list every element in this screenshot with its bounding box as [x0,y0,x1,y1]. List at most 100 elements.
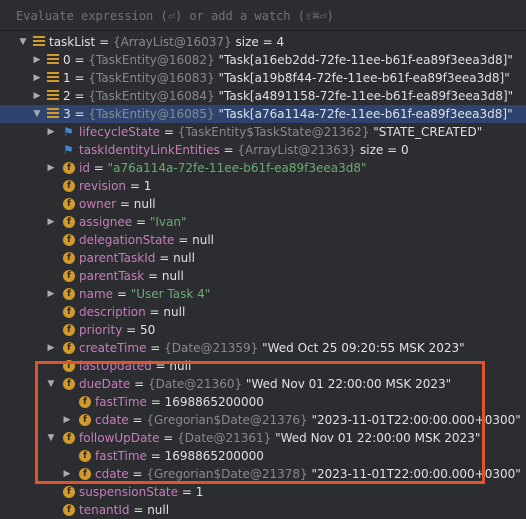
flag-icon: ⚑ [63,125,74,139]
field-icon: f [63,216,75,228]
var-value: null [163,305,186,319]
list-icon [47,54,59,66]
list-icon [47,90,59,102]
var-type: {TaskEntity@16083} [88,71,215,85]
tree-row-assignee[interactable]: ▶ f assignee = "Ivan" [0,213,526,231]
var-name: id [79,161,90,175]
equals: = [155,251,174,265]
chevron-right-icon[interactable]: ▶ [45,213,57,231]
chevron-right-icon[interactable]: ▶ [45,339,57,357]
field-icon: f [63,234,75,246]
var-value: size = 0 [356,143,409,157]
var-name: 0 [63,53,71,67]
var-value: 1 [195,485,204,499]
tree-row-description[interactable]: f description = null [0,303,526,321]
var-name: name [79,287,114,301]
var-name: 3 [63,107,71,121]
chevron-right-icon[interactable]: ▶ [31,51,43,69]
equals: = [126,179,144,193]
var-type: {TaskEntity@16085} [88,107,215,121]
chevron-down-icon[interactable]: ▼ [17,33,29,51]
equals: = [219,143,238,157]
equals: = [89,161,108,175]
var-name: description [79,305,146,319]
var-value: "Wed Oct 25 09:20:55 MSK 2023" [258,341,465,355]
chevron-right-icon[interactable]: ▶ [31,87,43,105]
var-name: 2 [63,89,71,103]
var-value: "Task[a4891158-72fe-11ee-b61f-ea89f3eea3… [214,89,514,103]
field-icon: f [63,486,75,498]
var-name: 1 [63,71,71,85]
list-icon [47,72,59,84]
var-value: "STATE_CREATED" [369,125,483,139]
tree-row-item-3-selected[interactable]: ▼ 3 = {TaskEntity@16085} "Task[a76a114a-… [0,105,526,123]
list-icon [33,36,45,48]
var-type: {ArrayList@16037} [112,35,232,49]
var-string-value: "a76a114a-72fe-11ee-b61f-ea89f3eea3d8" [107,161,367,175]
var-string-value: "User Task 4" [130,287,211,301]
tree-row-revision[interactable]: f revision = 1 [0,177,526,195]
tree-row-tenantid[interactable]: f tenantId = null [0,501,526,519]
field-icon: f [63,198,75,210]
field-icon: f [63,162,75,174]
field-icon: f [63,504,75,516]
tree-row-parenttaskid[interactable]: f parentTaskId = null [0,249,526,267]
field-icon: f [63,324,75,336]
tree-row-delegationstate[interactable]: f delegationState = null [0,231,526,249]
field-icon: f [63,270,75,282]
tree-row-createtime[interactable]: ▶ f createTime = {Date@21359} "Wed Oct 2… [0,339,526,357]
chevron-right-icon[interactable]: ▶ [45,123,57,141]
evaluate-expression-input[interactable]: Evaluate expression (⏎) or add a watch (… [0,0,526,31]
var-name: taskList [49,35,96,49]
equals: = [132,215,150,229]
equals: = [144,269,162,283]
tree-row-id[interactable]: ▶ f id = "a76a114a-72fe-11ee-b61f-ea89f3… [0,159,526,177]
var-value: 50 [140,323,156,337]
var-type: {TaskEntity@16082} [88,53,215,67]
tree-row-item-2[interactable]: ▶ 2 = {TaskEntity@16084} "Task[a4891158-… [0,87,526,105]
equals: = [113,287,131,301]
tree-row-lifecyclestate[interactable]: ▶ ⚑ lifecycleState = {TaskEntity$TaskSta… [0,123,526,141]
var-name: parentTask [79,269,145,283]
list-icon [47,108,59,120]
tree-row-tasklist[interactable]: ▼ taskList = {ArrayList@16037} size = 4 [0,33,526,51]
var-type: {Date@21359} [164,341,259,355]
field-icon: f [63,288,75,300]
var-value: null [133,197,156,211]
chevron-right-icon[interactable]: ▶ [45,159,57,177]
equals: = [95,35,113,49]
field-icon: f [63,180,75,192]
var-name: delegationState [79,233,175,247]
tree-row-item-0[interactable]: ▶ 0 = {TaskEntity@16082} "Task[a16eb2dd-… [0,51,526,69]
var-name: priority [79,323,123,337]
equals: = [178,485,196,499]
tree-row-item-1[interactable]: ▶ 1 = {TaskEntity@16083} "Task[a19b8f44-… [0,69,526,87]
var-value: "Task[a16eb2dd-72fe-11ee-b61f-ea89f3eea3… [214,53,513,67]
var-name: revision [79,179,127,193]
equals: = [116,197,134,211]
chevron-right-icon[interactable]: ▶ [45,285,57,303]
field-icon: f [63,342,75,354]
var-value: size = 4 [231,35,285,49]
var-value: "Task[a19b8f44-72fe-11ee-b61f-ea89f3eea3… [214,71,510,85]
var-type: {TaskEntity@16084} [88,89,215,103]
chevron-right-icon[interactable]: ▶ [31,69,43,87]
equals: = [70,89,89,103]
var-name: suspensionState [79,485,179,499]
flag-icon: ⚑ [63,143,74,157]
var-value: null [161,269,184,283]
chevron-down-icon[interactable]: ▼ [31,105,43,123]
tree-row-owner[interactable]: f owner = null [0,195,526,213]
field-icon: f [63,306,75,318]
tree-row-name[interactable]: ▶ f name = "User Task 4" [0,285,526,303]
evaluate-expression-placeholder: Evaluate expression (⏎) or add a watch (… [16,9,334,23]
equals: = [122,323,140,337]
var-value: 1 [143,179,152,193]
field-icon: f [63,252,75,264]
tree-row-suspensionstate[interactable]: f suspensionState = 1 [0,483,526,501]
tree-row-parenttask[interactable]: f parentTask = null [0,267,526,285]
tree-row-taskidentitylinkentities[interactable]: ⚑ taskIdentityLinkEntities = {ArrayList@… [0,141,526,159]
var-name: owner [79,197,117,211]
equals: = [70,53,89,67]
tree-row-priority[interactable]: f priority = 50 [0,321,526,339]
